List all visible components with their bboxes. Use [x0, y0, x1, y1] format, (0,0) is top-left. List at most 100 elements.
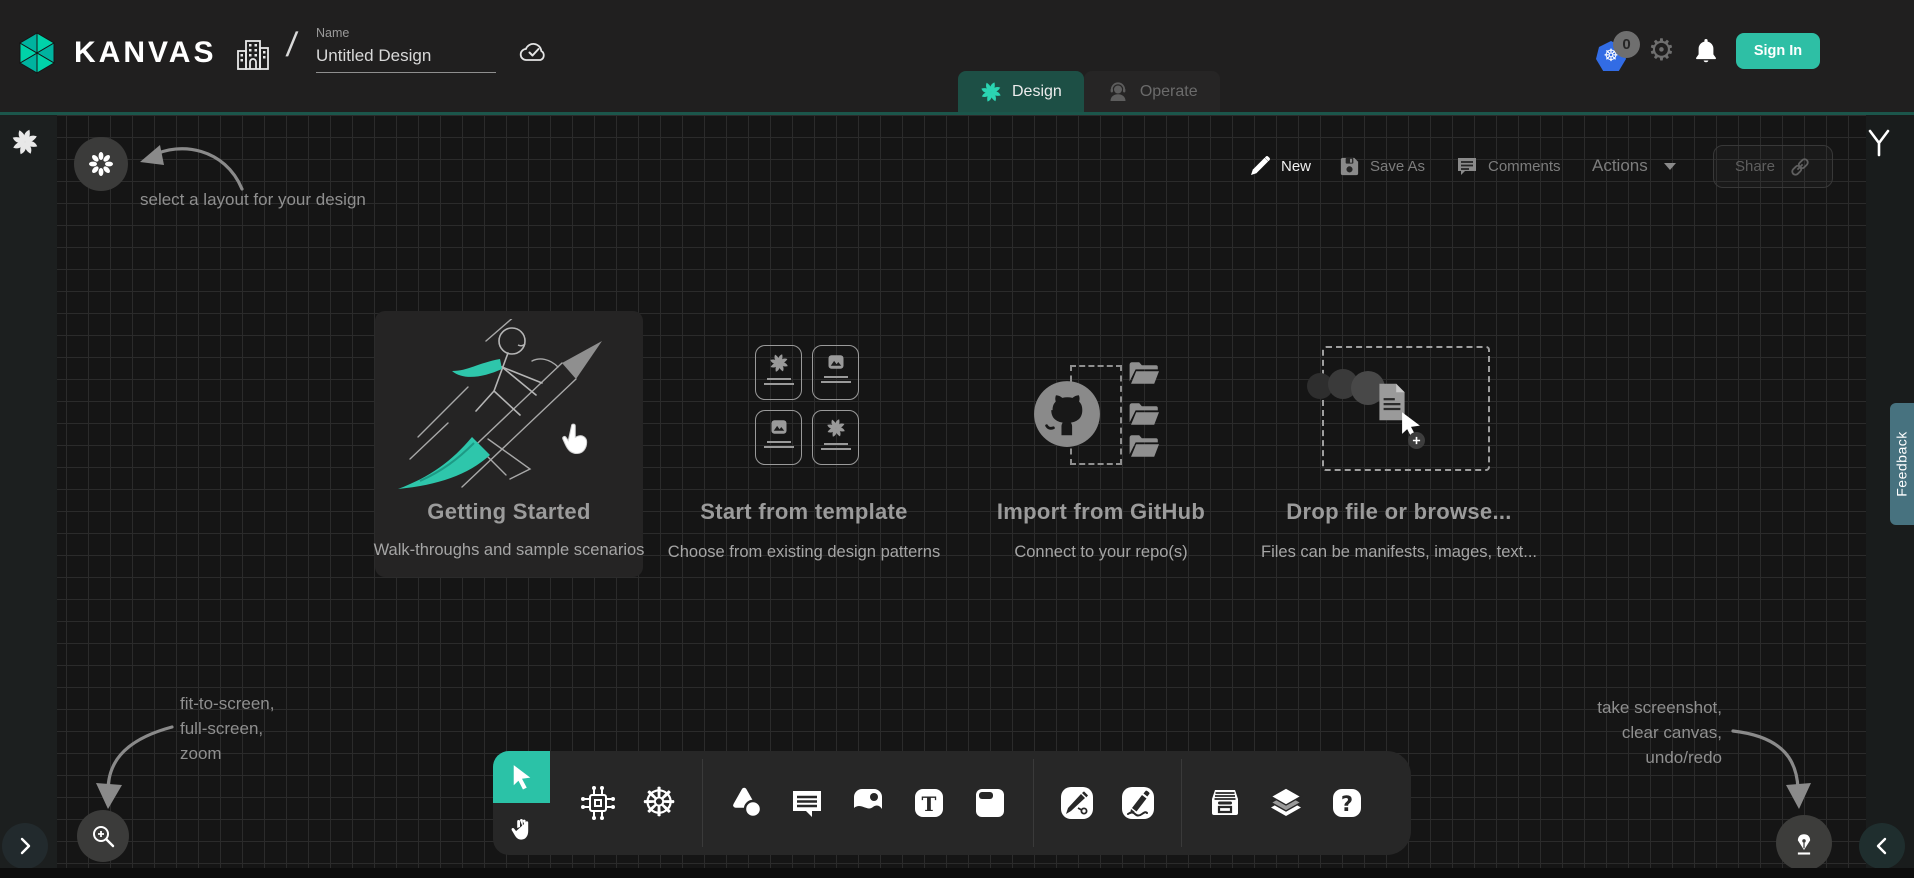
shapes-icon	[726, 783, 766, 823]
image-tool-button[interactable]	[842, 777, 894, 829]
hand-pan-icon	[509, 815, 535, 843]
pan-tool-button[interactable]	[493, 803, 550, 855]
layout-flower-icon	[88, 151, 114, 177]
comments-button[interactable]: Comments	[1455, 151, 1561, 181]
toolbar-divider	[702, 759, 703, 847]
tab-operate[interactable]: Operate	[1084, 71, 1220, 112]
save-floppy-icon	[1338, 155, 1361, 178]
chevron-right-icon	[18, 837, 32, 855]
save-as-label: Save As	[1370, 158, 1425, 175]
select-tool-button[interactable]	[493, 751, 550, 803]
component-chip-icon	[578, 783, 618, 823]
design-name-input[interactable]	[316, 46, 496, 73]
tab-design[interactable]: Design	[958, 71, 1084, 112]
zoom-in-magnifier-icon	[90, 823, 116, 849]
cloud-saved-icon	[518, 38, 550, 66]
breadcrumb-separator: /	[284, 26, 299, 65]
svg-text:T: T	[922, 792, 937, 816]
share-label: Share	[1735, 158, 1775, 175]
new-button[interactable]: New	[1248, 151, 1311, 181]
sticky-note-icon	[971, 784, 1009, 822]
brand-name: KANVAS	[74, 36, 216, 70]
zoom-button[interactable]	[77, 810, 129, 862]
kubernetes-tool-button[interactable]: ☸	[633, 777, 685, 829]
meshery-spinner-icon	[11, 128, 39, 156]
top-navigation-bar: KANVAS / Name	[0, 0, 1914, 112]
template-title[interactable]: Start from template	[634, 499, 974, 525]
getting-started-card[interactable]: Getting Started Walk-throughs and sample…	[375, 311, 643, 577]
template-mini-design	[812, 410, 859, 465]
sign-in-button[interactable]: Sign In	[1736, 33, 1820, 69]
comments-label: Comments	[1488, 158, 1561, 175]
zoom-hint-arrow	[90, 711, 185, 816]
operate-headset-icon	[1106, 80, 1130, 104]
layout-selector-button[interactable]	[74, 137, 128, 191]
select-cursor-icon	[510, 764, 534, 790]
organization-icon[interactable]	[233, 35, 273, 75]
comments-icon	[1455, 154, 1479, 178]
template-mini-image	[755, 410, 802, 465]
drop-subtitle: Files can be manifests, images, text...	[1219, 543, 1579, 562]
github-octocat-icon[interactable]	[1033, 380, 1101, 448]
kubernetes-wheel-icon: ☸	[641, 783, 677, 823]
share-link-icon	[1789, 156, 1811, 178]
kanvas-logo[interactable]: KANVAS	[14, 30, 216, 76]
drawer-tool-button[interactable]	[1199, 777, 1251, 829]
credits-indicator[interactable]: ☸ 0	[1596, 39, 1630, 73]
credits-badge: 0	[1613, 31, 1640, 58]
hand-cursor-icon	[557, 421, 591, 459]
actions-dropdown[interactable]: Actions	[1592, 151, 1676, 181]
bottom-edge	[0, 868, 1914, 878]
pinwheel-icon	[769, 353, 789, 373]
layers-tool-button[interactable]	[1260, 777, 1312, 829]
kanvas-app: KANVAS / Name	[0, 0, 1914, 878]
left-dock-rail	[0, 115, 57, 878]
pen-tool-button[interactable]	[1051, 777, 1103, 829]
text-tool-button[interactable]: T	[903, 777, 955, 829]
image-tool-icon	[849, 784, 887, 822]
notifications-bell-icon[interactable]	[1693, 37, 1719, 70]
repo-folder-icon	[1128, 361, 1160, 385]
layout-hint-text: select a layout for your design	[140, 187, 366, 212]
actions-label: Actions	[1592, 156, 1648, 176]
merge-y-icon[interactable]	[1866, 129, 1892, 157]
feedback-tab[interactable]: Feedback	[1890, 403, 1914, 525]
template-mini-design	[755, 345, 802, 400]
chat-bubble-icon	[788, 784, 826, 822]
freehand-pencil-icon	[1118, 783, 1158, 823]
add-plus-icon	[1408, 432, 1425, 449]
mode-tabs: Design Operate	[958, 71, 1220, 112]
rocket-doodle	[390, 319, 628, 491]
layers-icon	[1265, 782, 1307, 824]
help-tool-button[interactable]: ?	[1321, 777, 1373, 829]
image-icon	[769, 418, 789, 436]
design-canvas[interactable]: select a layout for your design New Save…	[0, 112, 1914, 878]
shapes-tool-button[interactable]	[720, 777, 772, 829]
chevron-left-icon	[1875, 837, 1889, 855]
design-name-label: Name	[316, 26, 496, 40]
new-pencil-icon	[1248, 154, 1272, 178]
pen-tool-icon	[1057, 783, 1097, 823]
components-tool-button[interactable]	[572, 777, 624, 829]
help-icon: ?	[1328, 784, 1366, 822]
draw-actions-button[interactable]	[1776, 815, 1832, 871]
template-card[interactable]	[755, 345, 859, 465]
collapse-right-dock-button[interactable]	[1859, 823, 1905, 869]
settings-gear-icon[interactable]: ⚙	[1648, 36, 1675, 66]
mode-column	[493, 751, 550, 855]
repo-folder-icon	[1128, 434, 1160, 458]
template-mini-image	[812, 345, 859, 400]
expand-left-dock-button[interactable]	[2, 823, 48, 869]
pinwheel-icon	[826, 418, 846, 438]
comment-tool-button[interactable]	[781, 777, 833, 829]
tab-operate-label: Operate	[1140, 83, 1198, 101]
sketch-tool-button[interactable]	[1112, 777, 1164, 829]
github-title[interactable]: Import from GitHub	[931, 499, 1271, 525]
canvas-actions-hint-text: take screenshot, clear canvas, undo/redo	[1530, 695, 1722, 770]
drop-title[interactable]: Drop file or browse...	[1229, 499, 1569, 525]
note-tool-button[interactable]	[964, 777, 1016, 829]
share-button[interactable]: Share	[1713, 145, 1833, 188]
svg-text:?: ?	[1341, 792, 1353, 816]
canvas-actions-hint-arrow	[1725, 717, 1815, 812]
save-as-button[interactable]: Save As	[1338, 151, 1425, 181]
